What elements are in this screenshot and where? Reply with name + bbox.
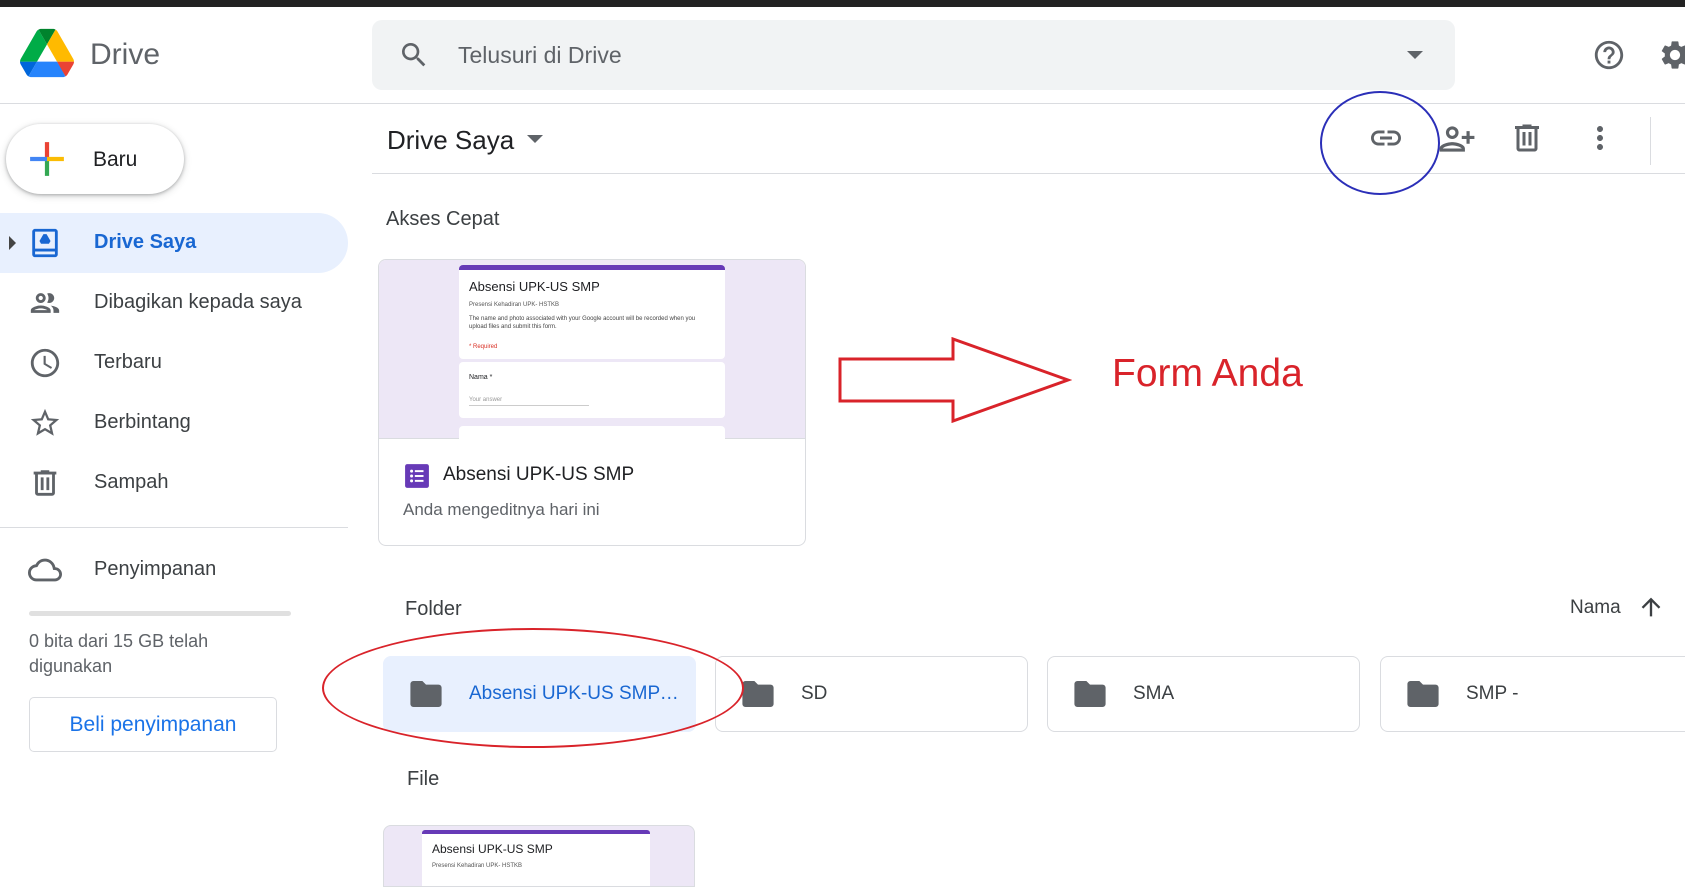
sort-by-label[interactable]: Nama (1570, 597, 1621, 619)
app-name: Drive (90, 38, 161, 71)
sidebar-item-label: Sampah (94, 471, 169, 493)
my-drive-icon (32, 228, 58, 258)
google-forms-icon (405, 464, 429, 488)
shared-people-icon (30, 293, 60, 313)
form-preview-answer: Your answer (469, 397, 589, 406)
page-title[interactable]: Drive Saya (387, 125, 514, 156)
folder-item-smp[interactable]: SMP - (1380, 656, 1685, 732)
file-preview-title: Absensi UPK-US SMP (432, 842, 553, 856)
clock-icon (30, 348, 60, 378)
form-preview-title: Absensi UPK-US SMP (469, 279, 600, 294)
sidebar-item-recent[interactable]: Terbaru (0, 333, 348, 393)
sidebar-item-label: Penyimpanan (94, 558, 217, 580)
sidebar-item-label: Dibagikan kepada saya (94, 291, 302, 313)
sidebar-item-label: Drive Saya (94, 231, 197, 253)
folder-icon (1074, 681, 1106, 707)
file-card[interactable]: Absensi UPK-US SMP Presensi Kehadiran UP… (383, 825, 695, 887)
sidebar-item-shared[interactable]: Dibagikan kepada saya (0, 273, 348, 333)
quick-access-file-name: Absensi UPK-US SMP (443, 464, 635, 485)
star-icon (30, 408, 60, 436)
search-icon[interactable] (398, 39, 430, 71)
more-vert-icon[interactable] (1582, 120, 1618, 156)
form-preview-question-label: Nama * (469, 374, 493, 381)
quick-access-heading: Akses Cepat (386, 208, 500, 230)
new-button-label: Baru (93, 148, 138, 171)
sidebar-item-storage[interactable]: Penyimpanan (0, 540, 348, 600)
folder-icon (742, 681, 774, 707)
storage-usage-text: 0 bita dari 15 GB telah digunakan (29, 631, 209, 676)
folder-section-heading: Folder (405, 598, 462, 620)
form-preview-thumbnail: Absensi UPK-US SMP Presensi Kehadiran UP… (379, 260, 805, 446)
folder-name: SD (801, 683, 828, 704)
trash-icon (33, 470, 57, 496)
file-section-heading: File (407, 768, 440, 790)
form-preview-header: Absensi UPK-US SMP Presensi Kehadiran UP… (459, 265, 725, 359)
help-icon[interactable] (1592, 38, 1626, 72)
plus-icon (30, 142, 64, 176)
settings-gear-icon[interactable] (1658, 38, 1685, 72)
toolbar-divider (1650, 117, 1651, 165)
main-header-divider (372, 173, 1685, 174)
file-preview-subtitle: Presensi Kehadiran UPK- HSTKB (432, 863, 523, 869)
folder-item-sd[interactable]: SD (715, 656, 1028, 732)
sidebar-item-starred[interactable]: Berbintang (0, 393, 348, 453)
sidebar-item-label: Berbintang (94, 411, 191, 433)
quick-access-file-subtitle: Anda mengeditnya hari ini (403, 500, 600, 519)
form-preview-description: The name and photo associated with your … (469, 316, 696, 330)
new-button[interactable]: Baru (6, 124, 184, 194)
annotation-label: Form Anda (1112, 352, 1303, 395)
form-preview-subtitle: Presensi Kehadiran UPK- HSTKB (469, 302, 560, 308)
cloud-icon (28, 558, 62, 582)
expand-arrow-icon[interactable] (9, 236, 16, 250)
title-chevron-down-icon[interactable] (527, 135, 543, 143)
form-preview-question-2 (459, 426, 725, 446)
folder-icon (1407, 681, 1439, 707)
sidebar-item-my-drive[interactable]: Drive Saya (0, 213, 348, 273)
header-divider (0, 103, 1685, 104)
storage-usage-bar (29, 611, 291, 616)
add-person-icon[interactable] (1438, 120, 1476, 158)
quick-access-card[interactable]: Absensi UPK-US SMP Presensi Kehadiran UP… (378, 259, 806, 546)
form-preview-question: Nama * Your answer (459, 362, 725, 418)
drive-logo-icon[interactable] (20, 28, 74, 78)
sidebar-item-trash[interactable]: Sampah (0, 453, 348, 513)
sidebar-divider (0, 527, 348, 528)
folder-name: SMP - (1466, 683, 1519, 704)
annotation-highlight-ellipse (322, 628, 744, 748)
folder-name: SMA (1133, 683, 1175, 704)
sort-arrow-up-icon[interactable] (1637, 593, 1665, 621)
buy-storage-button[interactable]: Beli penyimpanan (29, 697, 277, 752)
folder-item-sma[interactable]: SMA (1047, 656, 1360, 732)
form-preview-required: * Required (469, 344, 498, 350)
search-bar[interactable]: Telusuri di Drive (372, 20, 1455, 90)
annotation-highlight-circle (1320, 91, 1440, 195)
search-options-chevron-down-icon[interactable] (1407, 51, 1423, 59)
sidebar-item-label: Terbaru (94, 351, 162, 373)
file-preview-thumbnail: Absensi UPK-US SMP Presensi Kehadiran UP… (422, 830, 650, 886)
trash-icon[interactable] (1509, 120, 1545, 156)
search-input[interactable]: Telusuri di Drive (458, 42, 622, 69)
annotation-arrow-icon (838, 337, 1072, 423)
window-top-border (0, 0, 1685, 7)
